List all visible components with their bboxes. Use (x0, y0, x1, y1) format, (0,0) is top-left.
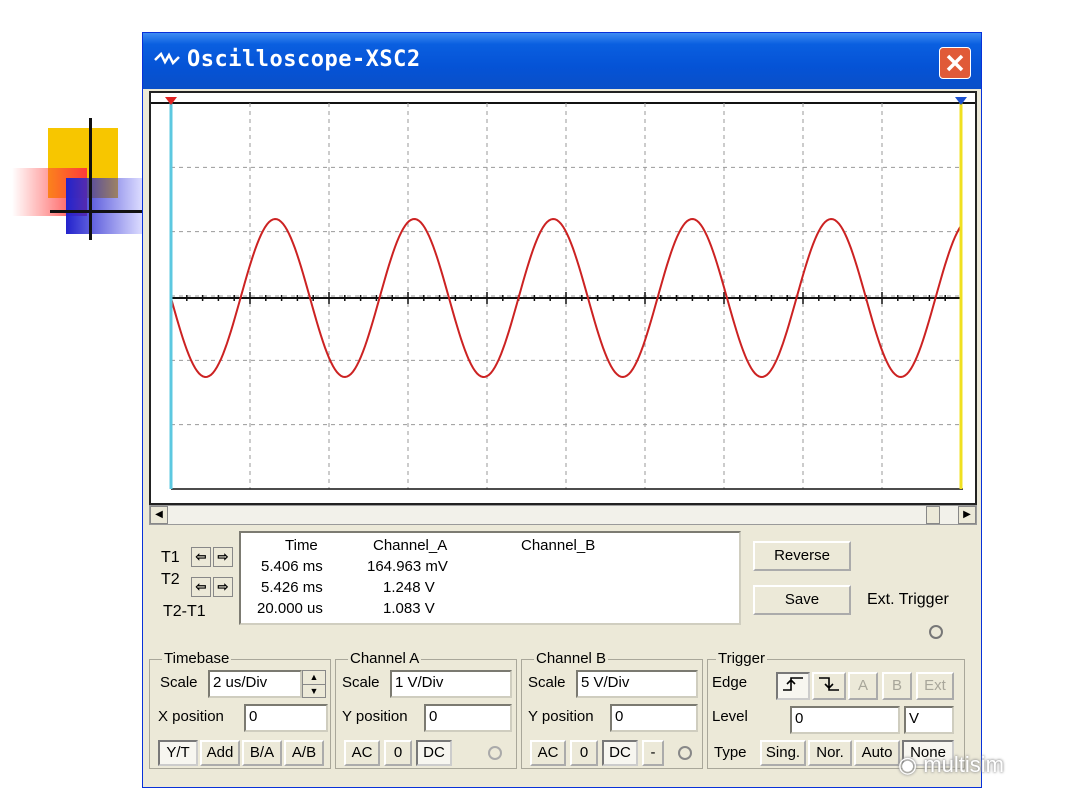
horizontal-scrollbar[interactable]: ◀ ▶ (149, 505, 977, 525)
timebase-scale-label: Scale (160, 674, 198, 691)
rising-edge-button[interactable] (776, 672, 810, 700)
trigger-title: Trigger (716, 650, 767, 667)
watermark: ◉ multisim (898, 752, 1004, 777)
close-icon (946, 54, 964, 72)
channel-a-scale-label: Scale (342, 674, 380, 691)
ext-trigger-terminal-icon[interactable] (929, 625, 943, 639)
title-bar[interactable]: Oscilloscope-XSC2 (143, 33, 981, 89)
channel-a-ypos-label: Y position (342, 708, 408, 725)
t2-label: T2 (161, 571, 180, 588)
trigger-level-unit[interactable]: V (904, 706, 954, 734)
timebase-scale-stepper[interactable]: ▲ ▼ (302, 670, 326, 698)
reverse-button[interactable]: Reverse (753, 541, 851, 571)
cursor-readout-panel: Time Channel_A Channel_B 5.406 ms 164.96… (239, 531, 741, 625)
oscilloscope-window: Oscilloscope-XSC2 ◀ ▶ T1 ⇦ ⇨ T2 ⇦ ⇨ T2-T… (142, 32, 982, 788)
t2-left-arrow-icon[interactable]: ⇦ (191, 577, 211, 597)
t1-label: T1 (161, 549, 180, 566)
header-channel-b: Channel_B (521, 537, 596, 554)
timebase-group: Timebase Scale 2 us/Div ▲ ▼ X position 0… (149, 650, 331, 769)
t2-t1-label: T2-T1 (163, 603, 206, 620)
channel-a-dc-button[interactable]: DC (416, 740, 452, 766)
scroll-right-arrow-icon[interactable]: ▶ (958, 506, 976, 524)
channel-b-ac-button[interactable]: AC (530, 740, 566, 766)
mode-ab-button[interactable]: A/B (284, 740, 324, 766)
x-position-field[interactable]: 0 (244, 704, 328, 732)
falling-edge-button[interactable] (812, 672, 846, 700)
t2-time: 5.426 ms (261, 579, 323, 596)
falling-edge-icon (819, 677, 839, 691)
stepper-up-icon[interactable]: ▲ (303, 671, 325, 684)
scroll-left-arrow-icon[interactable]: ◀ (150, 506, 168, 524)
channel-b-ypos-field[interactable]: 0 (610, 704, 698, 732)
trigger-source-ext-button[interactable]: Ext (916, 672, 954, 700)
channel-b-dc-button[interactable]: DC (602, 740, 638, 766)
timebase-title: Timebase (162, 650, 232, 667)
mode-yt-button[interactable]: Y/T (158, 740, 198, 766)
channel-b-invert-button[interactable]: - (642, 740, 664, 766)
oscilloscope-screen[interactable] (149, 91, 977, 505)
t2-channel-a: 1.248 V (383, 579, 435, 596)
channel-a-group: Channel A Scale 1 V/Div Y position 0 AC … (335, 650, 517, 769)
channel-a-zero-button[interactable]: 0 (384, 740, 412, 766)
t1-left-arrow-icon[interactable]: ⇦ (191, 547, 211, 567)
channel-b-title: Channel B (534, 650, 609, 667)
t2-right-arrow-icon[interactable]: ⇨ (213, 577, 233, 597)
trigger-source-b-button[interactable]: B (882, 672, 912, 700)
t1-time: 5.406 ms (261, 558, 323, 575)
t1-channel-a: 164.963 mV (367, 558, 448, 575)
channel-a-ypos-field[interactable]: 0 (424, 704, 512, 732)
trigger-single-button[interactable]: Sing. (760, 740, 806, 766)
t1-right-arrow-icon[interactable]: ⇨ (213, 547, 233, 567)
x-position-label: X position (158, 708, 224, 725)
ext-trigger-label: Ext. Trigger (867, 591, 949, 608)
channel-b-group: Channel B Scale 5 V/Div Y position 0 AC … (521, 650, 703, 769)
channel-b-ypos-label: Y position (528, 708, 594, 725)
header-time: Time (285, 537, 318, 554)
close-button[interactable] (939, 47, 971, 79)
trigger-edge-label: Edge (712, 674, 748, 691)
decor-blue-square (66, 178, 142, 234)
t2-t1-time: 20.000 us (257, 600, 323, 617)
trigger-source-a-button[interactable]: A (848, 672, 878, 700)
oscilloscope-app-icon (153, 51, 181, 74)
trigger-level-field[interactable]: 0 (790, 706, 900, 734)
trigger-auto-button[interactable]: Auto (854, 740, 900, 766)
window-title: Oscilloscope-XSC2 (187, 47, 421, 72)
header-channel-a: Channel_A (373, 537, 448, 554)
scroll-thumb[interactable] (926, 506, 940, 524)
channel-a-scale-field[interactable]: 1 V/Div (390, 670, 512, 698)
channel-b-scale-field[interactable]: 5 V/Div (576, 670, 698, 698)
rising-edge-icon (783, 677, 803, 691)
mode-ba-button[interactable]: B/A (242, 740, 282, 766)
waveform-display (151, 97, 975, 490)
channel-b-terminal-icon[interactable] (678, 746, 692, 760)
channel-a-ac-button[interactable]: AC (344, 740, 380, 766)
trigger-normal-button[interactable]: Nor. (808, 740, 852, 766)
t2-t1-channel-a: 1.083 V (383, 600, 435, 617)
timebase-scale-field[interactable]: 2 us/Div (208, 670, 302, 698)
channel-a-terminal-icon[interactable] (488, 746, 502, 760)
channel-b-zero-button[interactable]: 0 (570, 740, 598, 766)
save-button[interactable]: Save (753, 585, 851, 615)
decor-vertical-line (89, 118, 92, 240)
chat-bubble-icon: ◉ (898, 752, 924, 777)
mode-add-button[interactable]: Add (200, 740, 240, 766)
channel-b-scale-label: Scale (528, 674, 566, 691)
stepper-down-icon[interactable]: ▼ (303, 684, 325, 698)
trigger-level-label: Level (712, 708, 748, 725)
decor-horizontal-line (50, 210, 142, 213)
channel-a-title: Channel A (348, 650, 422, 667)
trigger-type-label: Type (714, 744, 747, 761)
